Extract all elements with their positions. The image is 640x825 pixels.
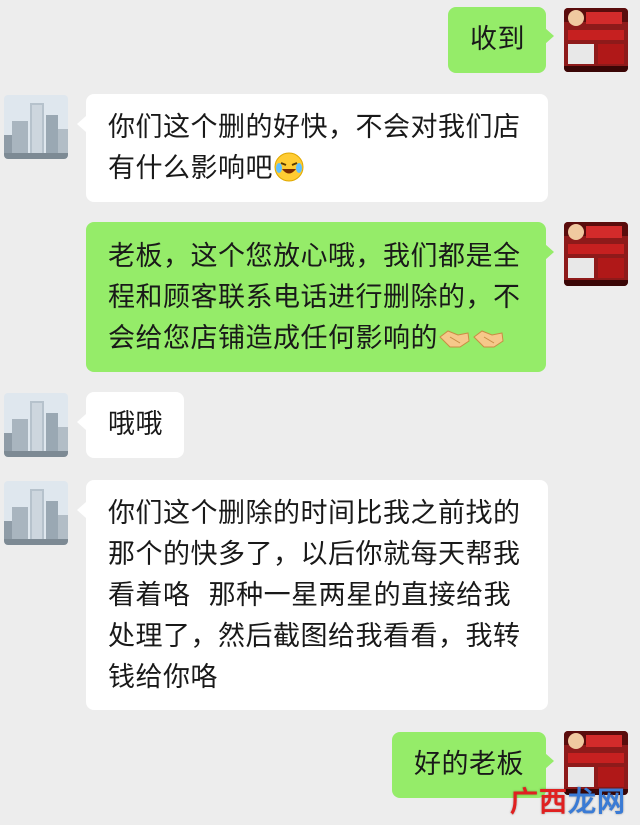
avatar-contact[interactable] xyxy=(4,95,68,159)
bubble-tail xyxy=(545,244,554,260)
bubble-tail xyxy=(77,414,86,430)
city-building-avatar-icon xyxy=(4,481,68,545)
message-bubble-received[interactable]: 你们这个删除的时间比我之前找的 那个的快多了，以后你就每天帮我 看着咯 那种一星… xyxy=(86,480,548,710)
watermark-char: 西 xyxy=(539,785,569,818)
message-text: 收到 xyxy=(470,24,525,55)
message-bubble-sent[interactable]: 收到 xyxy=(448,7,546,73)
message-text: 钱给你咯 xyxy=(108,662,218,693)
watermark: 广西龙网 xyxy=(510,780,626,820)
watermark-char: 广 xyxy=(510,785,540,818)
message-text: 你们这个删的好快，不会对我们店 xyxy=(108,112,521,143)
bubble-tail xyxy=(77,116,86,132)
handshake-icon xyxy=(438,323,504,353)
message-text: 有什么影响吧 xyxy=(108,153,273,184)
avatar-self[interactable] xyxy=(564,8,628,72)
city-building-avatar-icon xyxy=(4,95,68,159)
message-bubble-sent[interactable]: 老板，这个您放心哦，我们都是全 程和顾客联系电话进行删除的，不 会给您店铺造成任… xyxy=(86,222,546,372)
message-text: 那个的快多了，以后你就每天帮我 xyxy=(108,539,521,570)
message-bubble-received[interactable]: 你们这个删的好快，不会对我们店 有什么影响吧 xyxy=(86,94,548,202)
bubble-tail xyxy=(77,502,86,518)
message-text: 会给您店铺造成任何影响的 xyxy=(108,323,438,354)
message-bubble-received[interactable]: 哦哦 xyxy=(86,392,184,458)
message-text: 哦哦 xyxy=(108,409,163,440)
message-text: 好的老板 xyxy=(414,749,524,780)
message-text: 程和顾客联系电话进行删除的，不 xyxy=(108,282,521,313)
avatar-self[interactable] xyxy=(564,222,628,286)
store-avatar-icon xyxy=(564,222,628,286)
message-text: 老板，这个您放心哦，我们都是全 xyxy=(108,241,521,272)
message-text: 你们这个删除的时间比我之前找的 xyxy=(108,498,521,529)
laughing-tears-icon xyxy=(273,151,305,183)
bubble-tail xyxy=(545,753,554,769)
bubble-tail xyxy=(545,28,554,44)
avatar-contact[interactable] xyxy=(4,481,68,545)
watermark-char: 龙网 xyxy=(568,785,627,818)
message-text: 看着咯 那种一星两星的直接给我 xyxy=(108,580,512,611)
city-building-avatar-icon xyxy=(4,393,68,457)
message-text: 处理了，然后截图给我看看，我转 xyxy=(108,621,521,652)
store-avatar-icon xyxy=(564,8,628,72)
avatar-contact[interactable] xyxy=(4,393,68,457)
